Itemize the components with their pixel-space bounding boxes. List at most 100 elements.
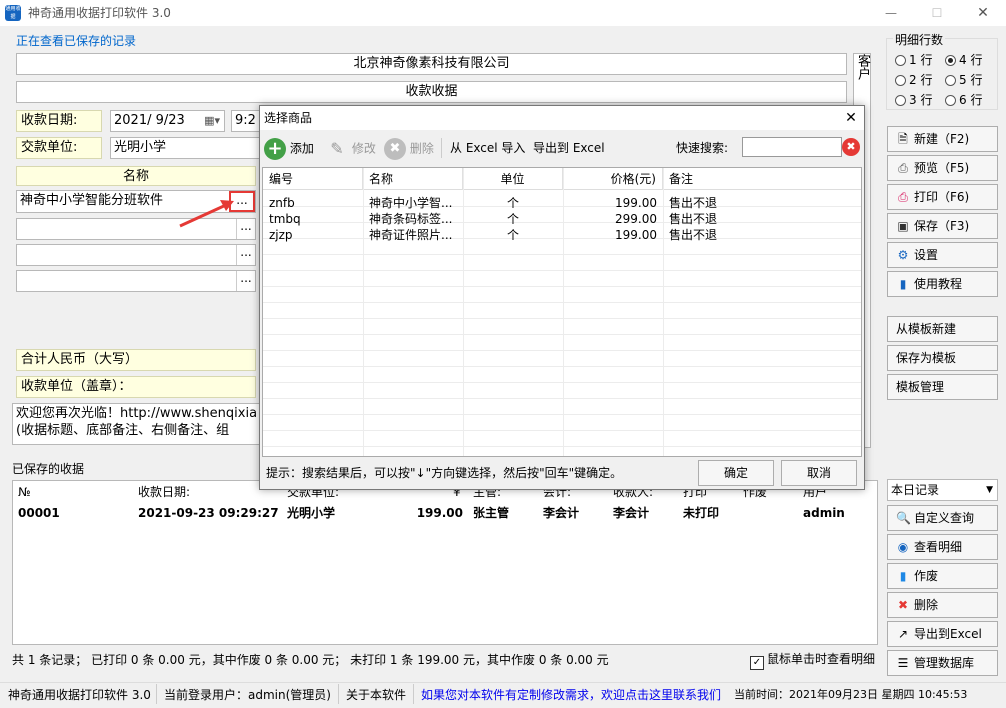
product-grid[interactable]: 编号 名称 单位 价格(元) 备注 znfb 神奇中小学智... 个 199.0… (262, 167, 862, 457)
col-price: 价格(元) (563, 168, 663, 190)
delete-item-button[interactable]: ✖ 删除 (384, 136, 434, 160)
status-bar: 神奇通用收据打印软件 3.0 当前登录用户：admin(管理员) 关于本软件 如… (0, 682, 1006, 708)
export-icon: ↗ (897, 627, 909, 641)
tutorial-button[interactable]: ▮ 使用教程 (887, 271, 998, 297)
status-separator (156, 684, 157, 704)
quick-search-input[interactable] (742, 137, 842, 157)
company-field[interactable]: 北京神奇像素科技有限公司 (16, 53, 847, 75)
printer-icon: ⎙ (898, 190, 908, 204)
note-box[interactable]: 欢迎您再次光临！http://www.shenqixia (收据标题、底部备注、… (12, 403, 262, 445)
toolbar-divider (441, 138, 442, 158)
row-option-5[interactable]: 5 行 (945, 71, 982, 88)
clear-search-icon[interactable]: ✖ (842, 138, 860, 156)
manage-db-button[interactable]: ☰ 管理数据库 (887, 650, 998, 676)
template-manager-button[interactable]: 模板管理 (887, 374, 998, 400)
item-ellipsis-button[interactable]: ... (236, 245, 255, 265)
void-button[interactable]: ▮ 作废 (887, 563, 998, 589)
about-link[interactable]: 关于本软件 (346, 683, 406, 707)
doc-title-field[interactable]: 收款收据 (16, 81, 847, 103)
col-note: 备注 (669, 172, 694, 186)
date-label: 收款日期: (16, 110, 102, 132)
saved-table[interactable]: № 收款日期: 交款单位: ¥ 主管: 会计: 收款人: 打印 作废 用户 00… (12, 480, 878, 645)
dialog-hint: 提示：搜索结果后，可以按"↓"方向键选择，然后按"回车"键确定。 (266, 466, 623, 480)
click-detail-checkbox[interactable]: ✓ 鼠标单击时查看明细 (750, 650, 875, 670)
search-icon: 🔍 (896, 511, 911, 525)
list-item[interactable]: znfb 神奇中小学智... 个 199.00 售出不退 (263, 195, 861, 211)
radio-icon (945, 95, 956, 106)
col-unit: 单位 (463, 168, 563, 190)
record-filter-select[interactable]: 本日记录 ▼ (887, 479, 998, 501)
radio-icon (895, 95, 906, 106)
col-no: № (18, 485, 31, 499)
date-picker[interactable]: 2021/ 9/23 ▦▾ (110, 110, 225, 132)
cancel-button[interactable]: 取消 (781, 460, 857, 486)
calendar-icon: ▦▾ (204, 114, 220, 127)
trash-icon: ▮ (899, 569, 907, 583)
row-option-2[interactable]: 2 行 (895, 71, 932, 88)
add-button[interactable]: + 添加 (264, 136, 314, 160)
delete-circle-icon: ✖ (384, 137, 406, 160)
status-separator (338, 684, 339, 704)
book-icon: ▮ (899, 277, 907, 291)
from-template-button[interactable]: 从模板新建 (887, 316, 998, 342)
dialog-toolbar: + 添加 ✎ 修改 ✖ 删除 从 Excel 导入 导出到 Excel 快速搜索… (260, 134, 864, 162)
col-name: 名称 (363, 168, 463, 190)
ok-button[interactable]: 确定 (698, 460, 774, 486)
table-row[interactable]: 00001 2021-09-23 09:29:27 光明小学 199.00 张主… (13, 504, 877, 522)
export-excel-button[interactable]: ↗ 导出到Excel (887, 621, 998, 647)
row-option-4[interactable]: 4 行 (945, 51, 982, 68)
import-excel-button[interactable]: 从 Excel 导入 (450, 136, 525, 160)
note-line-2: (收据标题、底部备注、右侧备注、组 (16, 423, 230, 438)
close-button[interactable]: ✕ (960, 0, 1006, 26)
minimize-button[interactable]: — (868, 0, 914, 26)
custom-contact-link[interactable]: 如果您对本软件有定制修改需求，欢迎点击这里联系我们 (421, 683, 721, 707)
status-user: 当前登录用户：admin(管理员) (164, 688, 331, 702)
new-button[interactable]: 🗎 新建（F2) (887, 126, 998, 152)
select-product-dialog: 选择商品 ✕ + 添加 ✎ 修改 ✖ 删除 从 Excel 导入 导出到 Exc… (259, 105, 865, 490)
radio-icon (945, 75, 956, 86)
save-template-button[interactable]: 保存为模板 (887, 345, 998, 371)
rows-title: 明细行数 (893, 31, 946, 48)
col-date: 收款日期: (138, 485, 191, 499)
total-label: 合计人民币（大写） (16, 349, 256, 371)
status-time: 当前时间：2021年09月23日 星期四 10:45:53 (734, 688, 968, 701)
export-excel-button[interactable]: 导出到 Excel (533, 136, 605, 160)
edit-button[interactable]: ✎ 修改 (326, 136, 376, 160)
title-bar: 通用收据 神奇通用收据打印软件 3.0 — ☐ ✕ (0, 0, 1006, 26)
preview-button[interactable]: ⎙ 预览（F5) (887, 155, 998, 181)
settings-button[interactable]: ⚙ 设置 (887, 242, 998, 268)
window-title: 神奇通用收据打印软件 3.0 (28, 6, 171, 20)
chevron-down-icon: ▼ (986, 485, 993, 495)
item-row-3[interactable]: ... (16, 244, 256, 266)
rows-group: 明细行数 1 行 4 行 2 行 5 行 3 行 6 行 (886, 31, 998, 110)
seal-label: 收款单位（盖章）： (16, 376, 256, 398)
item-ellipsis-button[interactable]: ... (236, 271, 255, 291)
time-field[interactable]: 9:2 (231, 110, 261, 132)
saved-title: 已保存的收据 (12, 462, 85, 476)
new-doc-icon: 🗎 (898, 132, 908, 146)
database-icon: ☰ (897, 656, 909, 670)
radio-icon (895, 55, 906, 66)
print-button[interactable]: ⎙ 打印（F6) (887, 184, 998, 210)
row-option-3[interactable]: 3 行 (895, 91, 932, 108)
item-ellipsis-button[interactable]: ... (236, 219, 255, 239)
delete-button[interactable]: ✖ 删除 (887, 592, 998, 618)
list-item[interactable]: tmbq 神奇条码标签... 个 299.00 售出不退 (263, 211, 861, 227)
row-option-6[interactable]: 6 行 (945, 91, 982, 108)
item-row-4[interactable]: ... (16, 270, 256, 292)
col-code: 编号 (263, 168, 363, 190)
dialog-titlebar: 选择商品 ✕ (260, 106, 864, 130)
custom-query-button[interactable]: 🔍 自定义查询 (887, 505, 998, 531)
maximize-button[interactable]: ☐ (914, 0, 960, 26)
summary-text: 共 1 条记录； 已打印 0 条 0.00 元，其中作废 0 条 0.00 元；… (12, 653, 609, 667)
dialog-close-icon[interactable]: ✕ (838, 106, 864, 130)
save-button[interactable]: ▣ 保存（F3) (887, 213, 998, 239)
add-icon: + (264, 137, 286, 160)
annotation-arrow-icon (179, 200, 234, 228)
list-item[interactable]: zjzp 神奇证件照片... 个 199.00 售出不退 (263, 227, 861, 243)
row-option-1[interactable]: 1 行 (895, 51, 932, 68)
eye-icon: ◉ (897, 540, 909, 554)
pencil-icon: ✎ (330, 138, 344, 158)
payer-field[interactable]: 光明小学 (110, 137, 261, 159)
view-detail-button[interactable]: ◉ 查看明细 (887, 534, 998, 560)
